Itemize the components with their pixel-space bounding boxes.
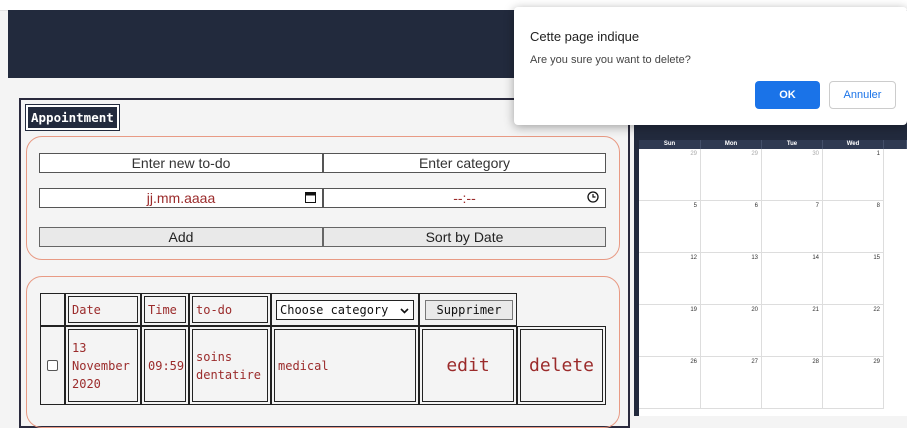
day-cell[interactable]: 30 (762, 149, 823, 201)
category-input[interactable]: Enter category (323, 153, 606, 173)
day-cell[interactable]: 22 (823, 305, 884, 357)
header-todo-cell: to-do (189, 293, 271, 326)
day-cell[interactable]: 5 (639, 201, 701, 253)
day-header-sun: Sun (639, 140, 701, 149)
day-cell[interactable]: 6 (701, 201, 762, 253)
dialog-message: Are you sure you want to delete? (530, 54, 691, 66)
day-cell[interactable]: 28 (762, 357, 823, 409)
day-cell[interactable]: 12 (639, 253, 701, 305)
delete-button[interactable]: delete (520, 329, 603, 402)
dialog-title: Cette page indique (530, 29, 640, 44)
day-cell[interactable]: 8 (823, 201, 884, 253)
day-cell[interactable]: 19 (639, 305, 701, 357)
row-checkbox[interactable] (47, 360, 58, 371)
header-time-cell: Time (141, 293, 189, 326)
row-todo: soins dentatire (192, 329, 268, 402)
edit-button[interactable]: edit (422, 329, 514, 402)
ok-button[interactable]: OK (755, 81, 820, 109)
header-checkbox-cell (40, 293, 65, 326)
day-cell[interactable]: 14 (762, 253, 823, 305)
day-cell[interactable]: 27 (701, 357, 762, 409)
row-category-cell: medical (271, 326, 419, 405)
header-todo: to-do (192, 296, 268, 323)
row-date-cell: 13 November 2020 (65, 326, 141, 405)
header-supprimer-cell: Supprimer (419, 293, 517, 326)
row-time-cell: 09:59 (141, 326, 189, 405)
date-placeholder: jj.mm.aaaa (146, 190, 216, 206)
day-cell[interactable]: 15 (823, 253, 884, 305)
day-cell[interactable]: 29 (639, 149, 701, 201)
todo-input[interactable]: Enter new to-do (39, 153, 323, 173)
category-select[interactable]: Choose category (276, 300, 414, 320)
day-cell[interactable]: 7 (762, 201, 823, 253)
header-date-cell: Date (65, 293, 141, 326)
row-date: 13 November 2020 (68, 329, 138, 402)
row-todo-cell: soins dentatire (189, 326, 271, 405)
day-cell[interactable]: 20 (701, 305, 762, 357)
row-category: medical (274, 329, 416, 402)
day-cell[interactable]: 1 (823, 149, 884, 201)
chevron-down-icon (400, 304, 409, 318)
clock-icon[interactable] (587, 191, 599, 206)
day-cell[interactable]: 21 (762, 305, 823, 357)
todo-list: Date Time to-do Choose category Supprime… (26, 276, 620, 428)
date-input[interactable]: jj.mm.aaaa (39, 188, 323, 208)
row-checkbox-cell (40, 326, 65, 405)
header-time: Time (144, 296, 186, 323)
calendar-grid: Sun Mon Tue Wed 29 29 30 1 5 6 7 8 12 13… (639, 140, 907, 416)
appointment-label: Appointment (25, 104, 120, 131)
day-header-extra (884, 140, 907, 149)
supprimer-button[interactable]: Supprimer (425, 300, 513, 320)
add-button[interactable]: Add (39, 227, 323, 247)
day-cell[interactable]: 29 (823, 357, 884, 409)
header-category-cell: Choose category (271, 293, 419, 326)
day-cell[interactable]: 29 (701, 149, 762, 201)
day-header-tue: Tue (762, 140, 823, 149)
time-input[interactable]: --:-- (323, 188, 606, 208)
day-header-wed: Wed (823, 140, 884, 149)
time-placeholder: --:-- (453, 190, 476, 206)
category-select-value: Choose category (280, 303, 389, 317)
calendar-icon[interactable] (305, 191, 316, 206)
day-header-mon: Mon (701, 140, 762, 149)
sort-by-date-button[interactable]: Sort by Date (323, 227, 606, 247)
day-cell[interactable]: 13 (701, 253, 762, 305)
todo-form: Enter new to-do Enter category jj.mm.aaa… (26, 136, 620, 260)
day-cell[interactable]: 26 (639, 357, 701, 409)
row-time: 09:59 (144, 329, 186, 402)
appointment-panel: Appointment Enter new to-do Enter catego… (19, 98, 630, 428)
row-edit-cell: edit (419, 326, 517, 405)
header-date: Date (68, 296, 138, 323)
confirm-dialog: Cette page indique Are you sure you want… (514, 7, 907, 125)
cancel-button[interactable]: Annuler (829, 81, 896, 109)
calendar-widget: Sun Mon Tue Wed 29 29 30 1 5 6 7 8 12 13… (634, 95, 907, 416)
row-delete-cell: delete (517, 326, 606, 405)
